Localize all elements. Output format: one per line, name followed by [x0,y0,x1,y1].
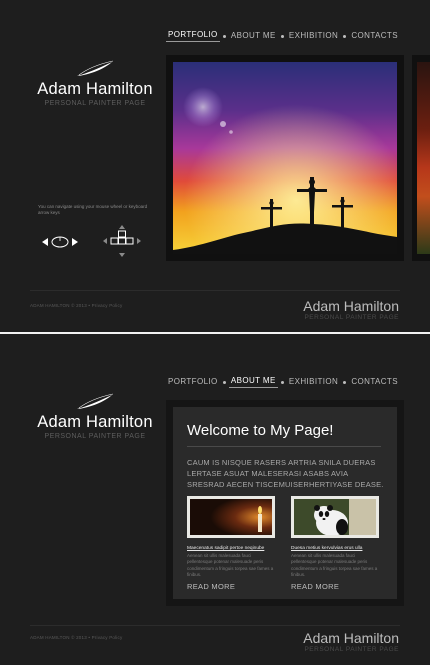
brand-logo[interactable]: Adam Hamilton PERSONAL PAINTER PAGE [30,60,160,107]
welcome-text: CAUM IS NISQUE RASERS ARTRIA SNILA DUERA… [187,458,384,489]
welcome-title: Welcome to My Page! [187,422,334,439]
footer-divider [30,625,400,626]
nav-separator [280,380,284,384]
footer-brand-tagline: PERSONAL PAINTER PAGE [304,646,399,653]
copyright: ADAM HAMILTON © 2013 • Privacy Policy [30,635,123,640]
footer-divider [30,290,400,291]
nav-exhibition[interactable]: EXHIBITION [287,31,340,42]
title-divider [187,446,381,447]
feather-icon [77,60,114,76]
nav-exhibition[interactable]: EXHIBITION [287,377,340,388]
card-thumbnail[interactable] [187,496,275,538]
read-more-link[interactable]: READ MORE [187,582,275,591]
painting-crucifixion [173,62,397,254]
footer-brand[interactable]: Adam Hamilton PERSONAL PAINTER PAGE [303,630,399,653]
nav-contacts[interactable]: CONTACTS [349,31,400,42]
main-nav: PORTFOLIO ABOUT ME EXHIBITION CONTACTS [166,30,400,42]
gallery-slide-next[interactable] [412,55,430,261]
navigation-hint: You can navigate using your mouse wheel … [38,204,148,215]
nav-separator [222,34,226,38]
copyright: ADAM HAMILTON © 2013 • Privacy Policy [30,303,123,308]
portfolio-page: PORTFOLIO ABOUT ME EXHIBITION CONTACTS A… [0,0,430,332]
main-nav: PORTFOLIO ABOUT ME EXHIBITION CONTACTS [166,376,400,388]
nav-contacts[interactable]: CONTACTS [349,377,400,388]
brand-name: Adam Hamilton [37,413,153,431]
brand-tagline: PERSONAL PAINTER PAGE [44,433,146,440]
footer-brand[interactable]: Adam Hamilton PERSONAL PAINTER PAGE [303,298,399,321]
brand-name: Adam Hamilton [37,80,153,98]
read-more-link[interactable]: READ MORE [291,582,379,591]
nav-separator [280,34,284,38]
painting-next-preview [417,62,430,254]
nav-portfolio[interactable]: PORTFOLIO [166,30,220,42]
panda-image [294,499,376,535]
card-title[interactable]: Maecenatus sadipit pertoe neqinube [187,546,275,551]
nav-about-me[interactable]: ABOUT ME [228,376,278,388]
brand-tagline: PERSONAL PAINTER PAGE [44,100,146,107]
nav-separator [343,380,347,384]
footer-brand-tagline: PERSONAL PAINTER PAGE [304,314,399,321]
candle-image [190,499,272,535]
about-content-box: Welcome to My Page! CAUM IS NISQUE RASER… [166,400,404,606]
brand-logo[interactable]: Adam Hamilton PERSONAL PAINTER PAGE [30,393,160,440]
card-text: Aenean sit ullis malesuada fauci pellent… [187,553,274,577]
about-content: Welcome to My Page! CAUM IS NISQUE RASER… [173,407,397,599]
mouse-wheel-icon [42,236,78,248]
card-thumbnail[interactable] [291,496,379,538]
nav-separator [222,380,226,384]
nav-portfolio[interactable]: PORTFOLIO [166,377,220,388]
card-text: Aenean sit ullis malesuada fauci pellent… [291,553,378,577]
news-card: Duesa metius kervulvias erus ulla Aenean… [291,496,379,591]
about-page: PORTFOLIO ABOUT ME EXHIBITION CONTACTS A… [0,334,430,665]
nav-about-me[interactable]: ABOUT ME [229,31,278,42]
news-card: Maecenatus sadipit pertoe neqinube Aenea… [187,496,275,591]
nav-separator [343,34,347,38]
feather-icon [77,393,114,409]
footer-brand-name: Adam Hamilton [303,630,399,646]
gallery-slide-current[interactable] [166,55,404,261]
card-title[interactable]: Duesa metius kervulvias erus ulla [291,546,379,551]
arrow-keys-icon [103,225,141,257]
footer-brand-name: Adam Hamilton [303,298,399,314]
